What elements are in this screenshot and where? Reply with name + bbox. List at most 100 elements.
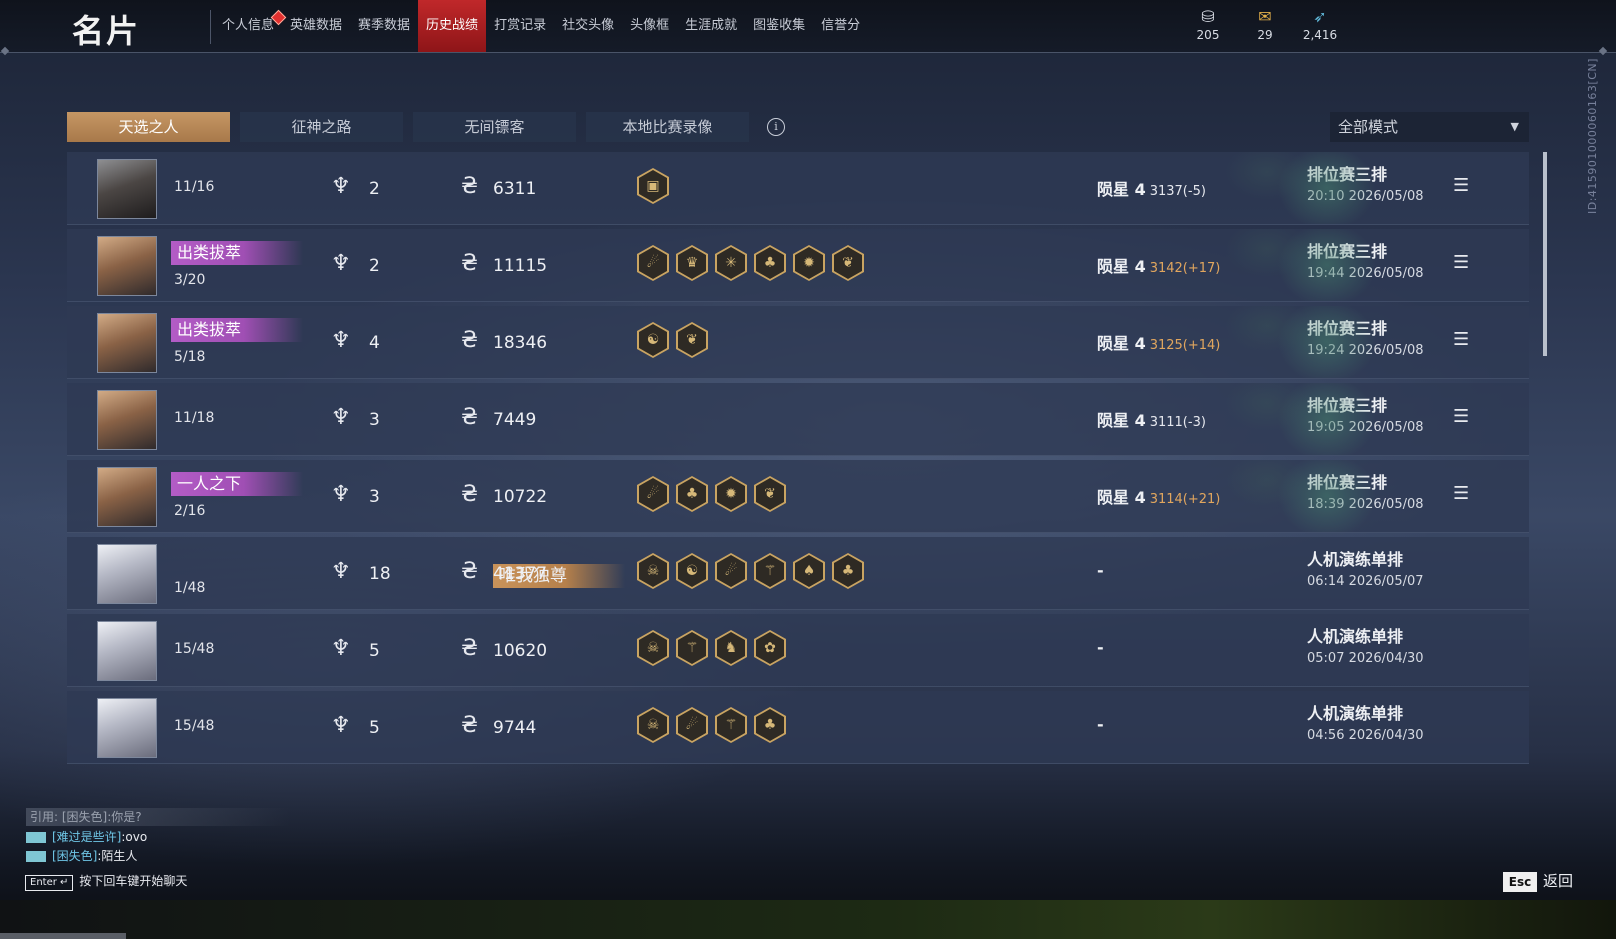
augment-glyph: ♣ xyxy=(834,555,862,587)
match-mode: 排位赛三排 xyxy=(1307,473,1388,492)
augment-icon[interactable]: ♣ xyxy=(754,245,786,281)
list-scrollbar[interactable] xyxy=(1543,152,1547,356)
hero-avatar xyxy=(97,698,157,758)
level-icon: ♆ xyxy=(331,174,351,199)
chat-enter-hint[interactable]: Enter ↵ 按下回车键开始聊天 xyxy=(25,872,187,891)
augment-icon[interactable]: ☄ xyxy=(637,476,669,512)
hero-avatar xyxy=(97,621,157,681)
nav-tab[interactable]: 打赏记录 xyxy=(486,0,554,52)
match-row[interactable]: 15/48 ♆ 5 ₴ 9744 ☠ ☄ ⚚ ♣ - 人机演练单排 04:56 2026/04/30 xyxy=(67,691,1529,764)
subtab[interactable]: 征神之路 xyxy=(240,112,403,142)
gold-icon: ₴ xyxy=(461,559,479,584)
augment-icon[interactable]: ❦ xyxy=(754,476,786,512)
placement: 5/18 xyxy=(174,349,206,365)
augment-list: ☠ ☯ ☄ ⚚ ♠ ♣ xyxy=(637,553,864,589)
augment-glyph: ♣ xyxy=(756,247,784,279)
augment-icon[interactable]: ♣ xyxy=(832,553,864,589)
chat-panel: 引用: [困失色]:你是? [难过是些许]:ovo [困失色]:陌生人 xyxy=(26,808,290,864)
match-time: 06:14 2026/05/07 xyxy=(1307,574,1424,589)
chat-message: [难过是些许]:ovo xyxy=(26,829,290,845)
augment-glyph: ⚚ xyxy=(678,632,706,664)
nav-tab[interactable]: 历史战绩 xyxy=(418,0,487,52)
details-menu-icon[interactable]: ☰ xyxy=(1453,406,1469,427)
augment-icon[interactable]: ☠ xyxy=(637,630,669,666)
level-value: 18 xyxy=(369,564,391,584)
hero-avatar xyxy=(97,159,157,219)
details-menu-icon[interactable]: ☰ xyxy=(1453,329,1469,350)
details-menu-icon[interactable]: ☰ xyxy=(1453,175,1469,196)
subtab[interactable]: 无间镖客 xyxy=(413,112,576,142)
gold-value: 18346 xyxy=(493,333,548,353)
nav-tab[interactable]: 赛季数据 xyxy=(350,0,418,52)
subtab[interactable]: 本地比赛录像 xyxy=(586,112,749,142)
rank-tier: 陨星 4 xyxy=(1097,488,1146,507)
match-time: 19:05 2026/05/08 xyxy=(1307,420,1424,435)
mode-filter-dropdown[interactable]: 全部模式 ▼ xyxy=(1330,112,1529,142)
augment-glyph: ☄ xyxy=(717,555,745,587)
match-row[interactable]: 出类拔萃 3/20 ♆ 2 ₴ 11115 ☄ ♛ ✳ ♣ ✹ ❦ 陨星 4 3142(+17) 排位赛三排… xyxy=(67,229,1529,302)
level-value: 5 xyxy=(369,641,380,661)
gold-value: 9744 xyxy=(493,718,537,738)
nav-tab[interactable]: 图鉴收集 xyxy=(745,0,813,52)
gold-icon: ₴ xyxy=(461,328,479,353)
augment-icon[interactable]: ☯ xyxy=(637,322,669,358)
level-value: 4 xyxy=(369,333,380,353)
placement: 15/48 xyxy=(174,718,215,734)
hero-avatar xyxy=(97,467,157,527)
match-row[interactable]: 一人之下 2/16 ♆ 3 ₴ 10722 ☄ ♣ ✹ ❦ 陨星 4 3114(+21) 排位赛三排 18… xyxy=(67,460,1529,533)
nav-tab[interactable]: 社交头像 xyxy=(554,0,622,52)
esc-key-icon: Esc xyxy=(1503,872,1537,892)
augment-icon[interactable]: ⚚ xyxy=(676,630,708,666)
augment-icon[interactable]: ❦ xyxy=(676,322,708,358)
augment-icon[interactable]: ♛ xyxy=(676,245,708,281)
augment-icon[interactable]: ✳ xyxy=(715,245,747,281)
subtab[interactable]: 天选之人 xyxy=(67,112,230,142)
nav-tab[interactable]: 生涯成就 xyxy=(677,0,745,52)
chat-sender[interactable]: [困失色] xyxy=(52,849,97,863)
info-icon[interactable]: i xyxy=(767,118,785,136)
augment-glyph: ✳ xyxy=(717,247,745,279)
augment-icon[interactable]: ♣ xyxy=(754,707,786,743)
chat-quote: 引用: [困失色]:你是? xyxy=(26,808,290,826)
augment-glyph: ▣ xyxy=(639,170,667,202)
rank-info: 陨星 4 3125(+14) xyxy=(1097,330,1220,354)
match-row[interactable]: 11/16 ♆ 2 ₴ 6311 ▣ 陨星 4 3137(-5) 排位赛三排 20:10 2026… xyxy=(67,152,1529,225)
nav-tab[interactable]: 个人信息 xyxy=(214,0,287,52)
augment-icon[interactable]: ✹ xyxy=(715,476,747,512)
ticket-icon: ✉ xyxy=(1258,7,1272,26)
augment-list: ☯ ❦ xyxy=(637,322,708,358)
augment-icon[interactable]: ❦ xyxy=(832,245,864,281)
augment-icon[interactable]: ☯ xyxy=(676,553,708,589)
match-row[interactable]: 出类拔萃 5/18 ♆ 4 ₴ 18346 ☯ ❦ 陨星 4 3125(+14) 排位赛三排 19:2… xyxy=(67,306,1529,379)
nav-tab[interactable]: 头像框 xyxy=(622,0,677,52)
match-mode: 人机演练单排 xyxy=(1307,550,1404,569)
title-divider xyxy=(210,10,211,44)
augment-icon[interactable]: ✿ xyxy=(754,630,786,666)
nav-tab[interactable]: 英雄数据 xyxy=(282,0,350,52)
augment-icon[interactable]: ☄ xyxy=(676,707,708,743)
match-row[interactable]: 15/48 ♆ 5 ₴ 10620 ☠ ⚚ ♞ ✿ - 人机演练单排 05:07 2026/04/30 xyxy=(67,614,1529,687)
augment-icon[interactable]: ▣ xyxy=(637,168,669,204)
augment-icon[interactable]: ♠ xyxy=(793,553,825,589)
augment-icon[interactable]: ☠ xyxy=(637,553,669,589)
details-menu-icon[interactable]: ☰ xyxy=(1453,252,1469,273)
augment-icon[interactable]: ☄ xyxy=(637,245,669,281)
match-row[interactable]: 唯我独尊 1/48 ♆ 18 ₴ 41377 ☠ ☯ ☄ ⚚ ♠ ♣ - 人机演练单排 06:14 2026… xyxy=(67,537,1529,610)
augment-glyph: ⚚ xyxy=(717,709,745,741)
augment-icon[interactable]: ⚚ xyxy=(754,553,786,589)
match-time: 04:56 2026/04/30 xyxy=(1307,728,1424,743)
back-button[interactable]: Esc 返回 xyxy=(1503,870,1573,892)
chat-sender[interactable]: [难过是些许] xyxy=(52,830,121,844)
augment-icon[interactable]: ☠ xyxy=(637,707,669,743)
augment-icon[interactable]: ✹ xyxy=(793,245,825,281)
rank-score: 3142(+17) xyxy=(1149,261,1221,276)
augment-glyph: ❦ xyxy=(756,478,784,510)
augment-icon[interactable]: ⚚ xyxy=(715,707,747,743)
match-row[interactable]: 11/18 ♆ 3 ₴ 7449 陨星 4 3111(-3) 排位赛三排 19:05 2026/… xyxy=(67,383,1529,456)
augment-icon[interactable]: ☄ xyxy=(715,553,747,589)
augment-icon[interactable]: ♞ xyxy=(715,630,747,666)
augment-icon[interactable]: ♣ xyxy=(676,476,708,512)
details-menu-icon[interactable]: ☰ xyxy=(1453,483,1469,504)
nav-tab[interactable]: 信誉分 xyxy=(813,0,868,52)
augment-glyph: ♠ xyxy=(795,555,823,587)
